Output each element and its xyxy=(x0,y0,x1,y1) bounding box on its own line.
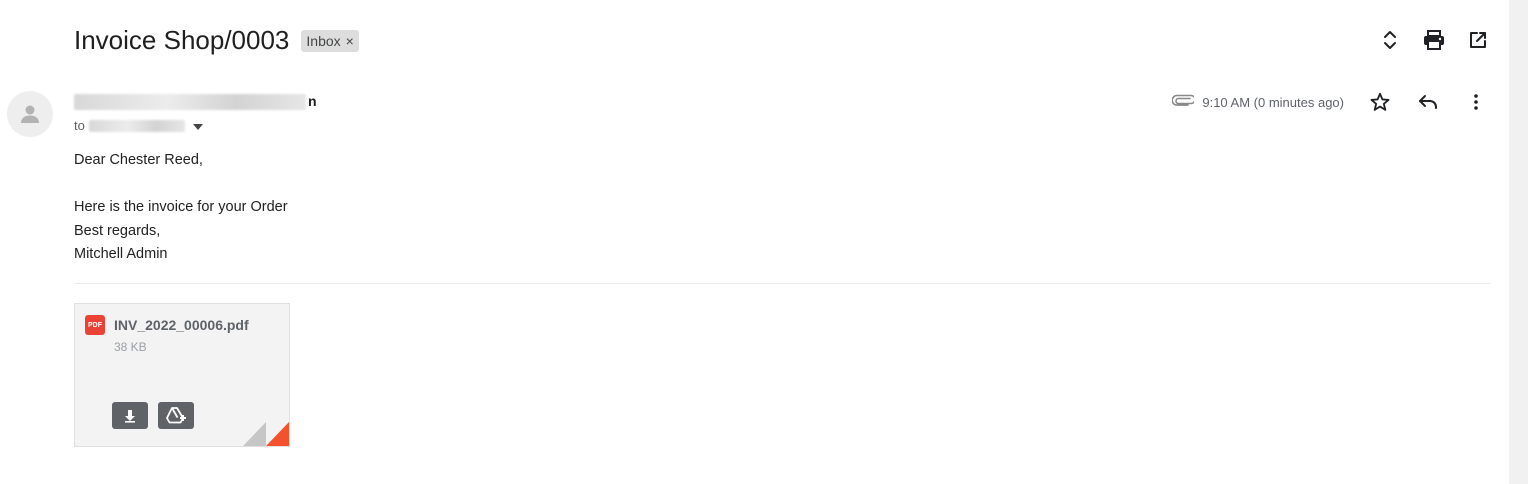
message-meta: 9:10 AM (0 minutes ago) xyxy=(1171,90,1488,114)
reply-icon[interactable] xyxy=(1416,90,1440,114)
scrollbar-track[interactable] xyxy=(1509,0,1528,484)
message-time: 9:10 AM (0 minutes ago) xyxy=(1202,94,1344,110)
sender-avatar[interactable] xyxy=(7,91,53,137)
attachment-card[interactable]: PDF INV_2022_00006.pdf 38 KB xyxy=(74,303,290,447)
add-to-drive-icon xyxy=(166,406,186,423)
body-line: Here is the invoice for your Order xyxy=(74,199,288,215)
to-prefix: to xyxy=(74,118,85,133)
add-to-drive-button[interactable] xyxy=(158,402,194,429)
attachments-divider xyxy=(74,283,1490,284)
thread-actions xyxy=(1378,28,1490,52)
print-icon[interactable] xyxy=(1422,28,1446,52)
email-view: Invoice Shop/0003 Inbox × n to 9:10 AM (… xyxy=(0,0,1528,484)
message-body: Dear Chester Reed, Here is the invoice f… xyxy=(74,149,288,267)
pdf-corner-fold xyxy=(243,422,289,446)
redacted-sender xyxy=(74,94,306,111)
person-icon xyxy=(21,105,39,123)
recipient-details-dropdown-icon[interactable] xyxy=(192,118,203,133)
redacted-recipient xyxy=(88,119,185,132)
pdf-file-icon: PDF xyxy=(85,315,105,335)
star-icon[interactable] xyxy=(1368,90,1392,114)
sender-name-tail: n xyxy=(308,93,317,109)
body-greeting: Dear Chester Reed, xyxy=(74,152,203,168)
download-button[interactable] xyxy=(112,402,148,429)
attachment-paperclip-icon xyxy=(1171,93,1197,111)
sender-name[interactable]: n xyxy=(74,93,317,111)
expand-collapse-icon[interactable] xyxy=(1378,28,1402,52)
more-options-icon[interactable] xyxy=(1464,90,1488,114)
attachment-header: PDF INV_2022_00006.pdf xyxy=(85,315,249,335)
remove-label-button[interactable]: × xyxy=(346,31,354,51)
body-signature: Mitchell Admin xyxy=(74,246,168,262)
attachment-filename: INV_2022_00006.pdf xyxy=(114,317,249,333)
subject-row: Invoice Shop/0003 Inbox × xyxy=(74,22,359,58)
body-line: Best regards, xyxy=(74,222,161,239)
inbox-label-chip[interactable]: Inbox × xyxy=(301,30,359,52)
download-icon xyxy=(125,409,135,423)
label-chip-text: Inbox xyxy=(306,33,341,49)
recipient-line: to xyxy=(74,118,203,133)
attachment-actions xyxy=(112,402,194,429)
open-in-new-window-icon[interactable] xyxy=(1466,28,1490,52)
attachment-size: 38 KB xyxy=(114,340,147,354)
email-subject: Invoice Shop/0003 xyxy=(74,25,290,55)
